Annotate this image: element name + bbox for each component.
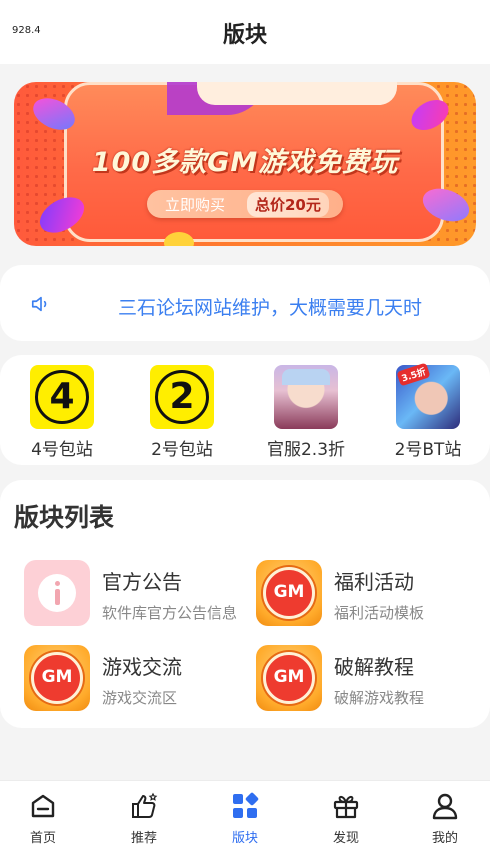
quick-link-4-package[interactable]: 4 4号包站 (10, 365, 114, 460)
board-desc: 福利活动模板 (334, 604, 425, 622)
board-name: 官方公告 (102, 570, 182, 594)
tab-label: 版块 (231, 831, 258, 846)
quick-link-label: 官服2.3折 (266, 440, 346, 460)
board-desc: 破解游戏教程 (334, 689, 425, 707)
quick-link-official[interactable]: 官服2.3折 (254, 365, 358, 460)
tab-recommend[interactable]: 推荐 (109, 791, 179, 846)
info-icon (24, 560, 90, 626)
quick-link-label: 2号包站 (151, 440, 213, 460)
bottom-tab-bar: 首页 推荐 版块 发现 我的 (0, 780, 490, 855)
gm-text: GM (273, 667, 305, 687)
notice-text: 三石论坛网站维护，大概需要几天时 (118, 297, 423, 319)
price-label: 总价20元 (247, 191, 329, 217)
page-title: 版块 (222, 23, 267, 48)
tab-label: 首页 (29, 831, 56, 846)
discount-tag: 3.5折 (396, 362, 431, 387)
banner-buy-button[interactable]: 立即购买 总价20元 (147, 190, 343, 218)
board-crack-tutorial[interactable]: GM 破解教程 破解游戏教程 (256, 645, 476, 715)
number-2-badge-icon: 2 (150, 365, 214, 429)
number-4-badge-icon: 4 (30, 365, 94, 429)
board-game-chat[interactable]: GM 游戏交流 游戏交流区 (24, 645, 244, 715)
gm-text: GM (273, 582, 305, 602)
banner-title: 100多款GM游戏免费玩 (91, 147, 399, 178)
board-desc: 软件库官方公告信息 (102, 604, 238, 622)
quick-link-bt[interactable]: 3.5折 2号BT站 (376, 362, 480, 460)
board-welfare[interactable]: GM 福利活动 福利活动模板 (256, 560, 476, 630)
board-desc: 游戏交流区 (102, 689, 178, 707)
board-name: 福利活动 (334, 570, 414, 594)
tab-discover[interactable]: 发现 (311, 791, 381, 846)
tab-mine[interactable]: 我的 (410, 791, 480, 846)
badge-number: 4 (35, 370, 89, 424)
board-list: 版块列表 官方公告 软件库官方公告信息 GM 福利活动 福利活动模板 GM 游戏… (0, 480, 490, 728)
tab-home[interactable]: 首页 (8, 791, 78, 846)
thumbs-up-icon (132, 792, 158, 818)
promo-banner[interactable]: 100多款GM游戏免费玩 立即购买 总价20元 (14, 82, 476, 246)
badge-number: 2 (155, 370, 209, 424)
game-avatar-icon: 3.5折 (396, 362, 460, 429)
banner-decoration (197, 82, 397, 105)
header: 928.4 版块 (0, 0, 490, 64)
quick-link-label: 4号包站 (31, 440, 93, 460)
grid-icon (233, 792, 259, 818)
game-avatar-icon (274, 365, 338, 429)
tab-label: 我的 (431, 831, 458, 846)
board-name: 游戏交流 (102, 655, 182, 679)
quick-link-2-package[interactable]: 2 2号包站 (130, 365, 234, 460)
home-icon (31, 794, 55, 818)
gift-icon (333, 795, 359, 819)
notice-bar[interactable]: 三石论坛网站维护，大概需要几天时 (0, 265, 490, 341)
board-official-notice[interactable]: 官方公告 软件库官方公告信息 (24, 560, 244, 630)
tab-label: 发现 (332, 831, 359, 846)
tab-label: 推荐 (130, 831, 157, 846)
gm-icon: GM (256, 645, 322, 711)
buy-label: 立即购买 (164, 195, 225, 214)
user-icon (432, 793, 458, 820)
quick-link-label: 2号BT站 (394, 440, 462, 460)
board-list-title: 版块列表 (14, 503, 115, 532)
gm-icon: GM (256, 560, 322, 626)
gm-text: GM (41, 667, 73, 687)
tab-boards[interactable]: 版块 (210, 791, 280, 846)
quick-links: 4 4号包站 2 2号包站 官服2.3折 3.5折 2号BT站 (0, 355, 490, 465)
speaker-icon (31, 296, 47, 312)
board-name: 破解教程 (334, 655, 414, 679)
gm-icon: GM (24, 645, 90, 711)
